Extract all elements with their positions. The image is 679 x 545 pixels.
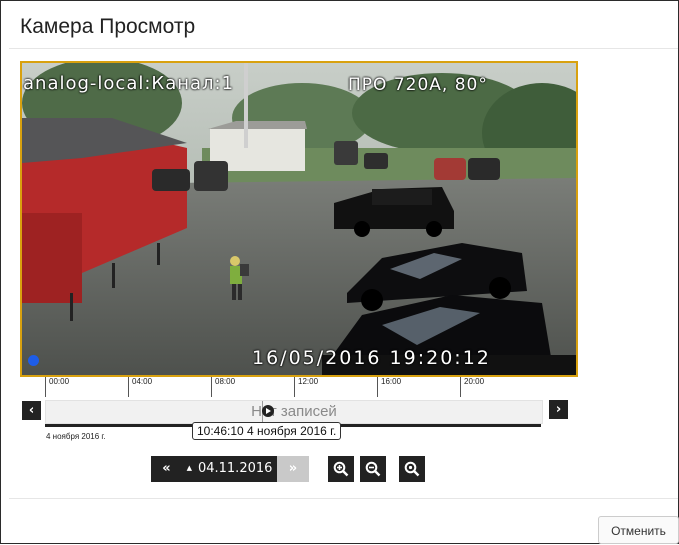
timeline-tick: 08:00: [211, 377, 235, 397]
timeline-tick: 12:00: [294, 377, 318, 397]
camera-view-dialog: Камера Просмотр analog-local:Канал:1 ПРО…: [0, 0, 679, 544]
timeline-tick: 20:00: [460, 377, 484, 397]
date-value: 04.11.2016: [197, 461, 273, 476]
timeline-prev-button[interactable]: ‹: [22, 401, 41, 420]
live-indicator-icon: [28, 355, 39, 366]
timeline-day-label: 4 ноября 2016 г.: [46, 432, 106, 441]
timeline-tick: 16:00: [377, 377, 401, 397]
timeline-track[interactable]: Нет записей: [45, 400, 543, 424]
timeline-next-button[interactable]: ›: [549, 400, 568, 419]
title-divider: [9, 48, 678, 49]
dialog-title: Камера Просмотр: [20, 15, 196, 38]
cursor-tooltip: 10:46:10 4 ноября 2016 г.: [192, 422, 342, 440]
cancel-button[interactable]: Отменить: [598, 516, 679, 544]
play-icon[interactable]: [262, 405, 274, 417]
timestamp-overlay: 16/05/2016 19:20:12: [252, 347, 491, 369]
double-chevron-right-icon: »: [288, 461, 298, 476]
camera-frame-image: [22, 63, 576, 375]
chevron-left-icon: ‹: [28, 403, 35, 418]
camera-overlay: ПРО 720А, 80°: [348, 75, 488, 95]
channel-overlay: analog-local:Канал:1: [23, 73, 235, 94]
double-chevron-left-icon: «: [162, 461, 171, 476]
zoom-in-button[interactable]: [328, 456, 354, 482]
caret-up-icon: ▲: [186, 464, 192, 472]
chevron-right-icon: ›: [555, 402, 562, 417]
date-next-button[interactable]: »: [277, 456, 309, 482]
zoom-out-button[interactable]: [360, 456, 386, 482]
date-prev-button[interactable]: «: [151, 456, 182, 482]
timeline-tick: 04:00: [128, 377, 152, 397]
zoom-reset-icon: [404, 461, 420, 477]
no-records-text: Нет записей: [251, 403, 337, 420]
timeline-tick: 00:00: [45, 377, 69, 397]
footer-divider: [9, 498, 678, 499]
date-picker-button[interactable]: ▲ 04.11.2016: [182, 456, 277, 482]
zoom-reset-button[interactable]: [399, 456, 425, 482]
zoom-in-icon: [333, 461, 349, 477]
zoom-out-icon: [365, 461, 381, 477]
timeline-ticks: 00:00 04:00 08:00 12:00 16:00 20:00: [45, 377, 545, 397]
video-player[interactable]: analog-local:Канал:1 ПРО 720А, 80° 16/05…: [20, 61, 578, 377]
